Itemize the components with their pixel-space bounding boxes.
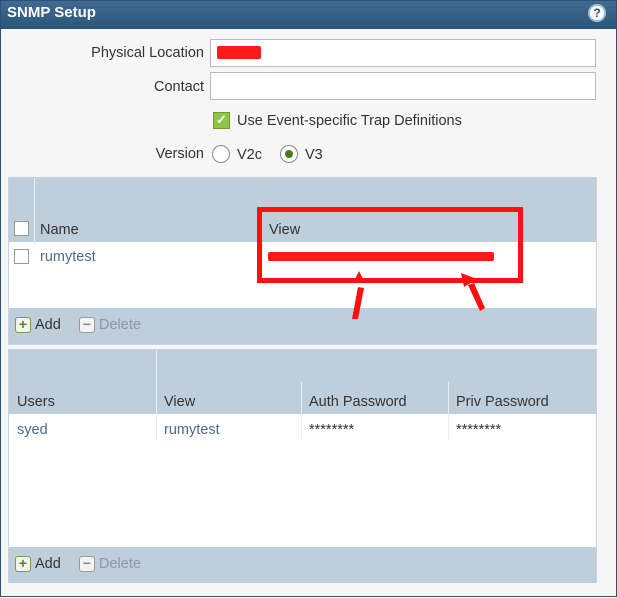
users-table-footer: + Add − Delete [9, 547, 596, 583]
auth-password-cell[interactable]: ******** [309, 422, 354, 438]
users-table-group-header [9, 350, 596, 382]
users-table: Users View Auth Password Priv Password s… [8, 349, 597, 583]
add-user-button[interactable]: + Add [15, 556, 61, 572]
user-view-cell[interactable]: rumytest [164, 422, 220, 438]
column-header-view[interactable]: View [164, 394, 195, 410]
annotation-arrow [353, 271, 365, 283]
column-header-users[interactable]: Users [17, 394, 55, 410]
delete-label: Delete [99, 556, 141, 572]
user-cell[interactable]: syed [17, 422, 48, 438]
minus-icon: − [79, 556, 95, 572]
delete-user-button[interactable]: − Delete [79, 556, 141, 572]
annotation-arrow [352, 287, 364, 319]
column-header-auth-password[interactable]: Auth Password [309, 394, 407, 410]
table-row[interactable]: syed rumytest ******** ******** [9, 416, 596, 442]
annotation-arrow [468, 283, 485, 311]
column-header-priv-password[interactable]: Priv Password [456, 394, 549, 410]
snmp-setup-dialog: SNMP Setup ? Physical Location Contact ✓… [0, 0, 617, 597]
plus-icon: + [15, 556, 31, 572]
users-table-header: Users View Auth Password Priv Password [9, 382, 596, 414]
add-label: Add [35, 556, 61, 572]
priv-password-cell[interactable]: ******** [456, 422, 501, 438]
